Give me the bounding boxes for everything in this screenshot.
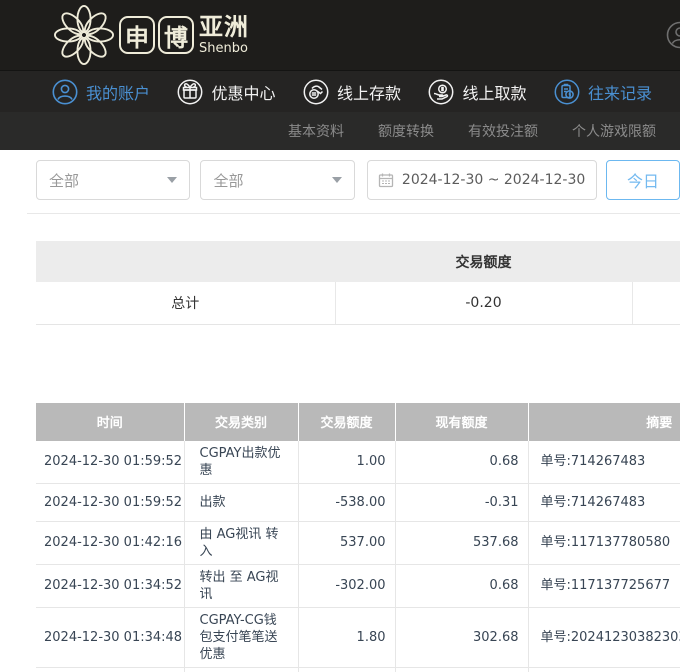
brand-logo[interactable]: 申 博 亚洲 Shenbo — [53, 3, 249, 67]
page: 申 博 亚洲 Shenbo — [0, 0, 680, 672]
subnav-item-personal-game-limit[interactable]: 个人游戏限额 — [572, 121, 656, 141]
app-header: 申 博 亚洲 Shenbo — [0, 0, 680, 70]
coin-hand-deposit-icon — [303, 79, 329, 105]
type-select[interactable]: 全部 — [36, 160, 190, 200]
nav-label: 往来记录 — [588, 80, 652, 104]
table-row: 2024-12-30 01:42:16 由 AG视讯 转入 537.00 537… — [36, 521, 680, 564]
cell-memo: 单号:117137725677 — [528, 564, 680, 607]
logo-characters: 申 博 — [119, 16, 194, 54]
summary-total-label: 总计 — [36, 282, 335, 324]
date-range-value: 2024-12-30 ~ 2024-12-30 — [402, 172, 585, 188]
logo-region-text: 亚洲 — [199, 15, 249, 39]
subnav-item-valid-bets[interactable]: 有效投注额 — [468, 121, 538, 141]
flower-logo-icon — [53, 5, 115, 65]
cell-balance: 537.68 — [395, 521, 528, 564]
cell-amount: -302.00 — [298, 564, 395, 607]
cell-type: 由 AG视讯 转入 — [184, 521, 298, 564]
cell-time: 2024-12-30 01:59:52 — [36, 483, 184, 521]
cell-amount: -538.00 — [298, 483, 395, 521]
table-row: 2024-12-30 01:34:52 转出 至 AG视讯 -302.00 0.… — [36, 564, 680, 607]
caret-down-icon — [332, 177, 342, 183]
summary-header-empty — [36, 241, 335, 282]
today-button[interactable]: 今日 — [606, 160, 680, 200]
nav-label: 线上取款 — [462, 80, 526, 104]
date-range-input[interactable]: 2024-12-30 ~ 2024-12-30 — [367, 160, 597, 200]
cell-type: 出款 — [184, 483, 298, 521]
gift-icon — [177, 79, 203, 105]
summary-table: 交易额度 总计 -0.20 — [36, 241, 680, 325]
logo-char-1: 申 — [119, 16, 155, 54]
cell-balance: -0.31 — [395, 483, 528, 521]
filter-row: 全部 全部 2024-12-30 ~ 2024-12-30 今日 — [36, 160, 680, 200]
summary-header-empty-2 — [632, 241, 680, 282]
transactions-table: 时间 交易类别 交易额度 现有额度 摘要 2024-12-30 01:59:52… — [36, 403, 680, 672]
table-row: 2024-12-30 01:34:48 CGPAY支付 300.00 300.8… — [36, 667, 680, 672]
cell-type: 转出 至 AG视讯 — [184, 564, 298, 607]
table-row: 2024-12-30 01:59:52 出款 -538.00 -0.31 单号:… — [36, 483, 680, 521]
category-select[interactable]: 全部 — [200, 160, 354, 200]
summary-header-amount: 交易额度 — [335, 241, 632, 282]
money-hand-withdraw-icon — [428, 79, 454, 105]
cell-balance: 0.68 — [395, 564, 528, 607]
content-area: 全部 全部 2024-12-30 ~ 2024-12-30 今日 — [0, 160, 680, 672]
summary-total-extra — [632, 282, 680, 324]
cell-time: 2024-12-30 01:59:52 — [36, 441, 184, 484]
cell-time: 2024-12-30 01:42:16 — [36, 521, 184, 564]
cell-memo: 单号:117137780580 — [528, 521, 680, 564]
col-header-memo: 摘要 — [528, 403, 680, 441]
transactions-header-row: 时间 交易类别 交易额度 现有额度 摘要 — [36, 403, 680, 441]
cell-amount: 1.80 — [298, 607, 395, 667]
col-header-amount: 交易额度 — [298, 403, 395, 441]
avatar-icon[interactable] — [666, 21, 680, 49]
cell-memo: 单号:202412303823034 — [528, 607, 680, 667]
cell-amount: 1.00 — [298, 441, 395, 484]
section-divider — [27, 213, 680, 214]
table-row: 2024-12-30 01:59:52 CGPAY出款优惠 1.00 0.68 … — [36, 441, 680, 484]
summary-total-value: -0.20 — [335, 282, 632, 324]
nav-item-promotions[interactable]: 优惠中心 — [177, 79, 275, 105]
calendar-icon — [378, 172, 394, 188]
table-row: 2024-12-30 01:34:48 CGPAY-CG钱包支付笔笔送优惠 1.… — [36, 607, 680, 667]
cell-balance: 0.68 — [395, 441, 528, 484]
subnav-item-quota-transfer[interactable]: 额度转换 — [378, 121, 434, 141]
nav-item-online-withdraw[interactable]: 线上取款 — [428, 79, 526, 105]
col-header-type: 交易类别 — [184, 403, 298, 441]
cell-memo: 单号:714267483 — [528, 483, 680, 521]
cell-amount: 537.00 — [298, 521, 395, 564]
nav-label: 我的账户 — [86, 80, 150, 104]
records-clock-icon — [554, 79, 580, 105]
col-header-balance: 现有额度 — [395, 403, 528, 441]
cell-time: 2024-12-30 01:34:48 — [36, 607, 184, 667]
summary-header-row: 交易额度 — [36, 241, 680, 282]
col-header-time: 时间 — [36, 403, 184, 441]
category-select-value: 全部 — [213, 170, 243, 191]
cell-amount: 300.00 — [298, 667, 395, 672]
nav-item-online-deposit[interactable]: 线上存款 — [303, 79, 401, 105]
main-nav: 我的账户 优惠中心 线上存款 — [0, 70, 680, 112]
nav-label: 线上存款 — [337, 80, 401, 104]
cell-balance: 302.68 — [395, 607, 528, 667]
nav-item-my-account[interactable]: 我的账户 — [52, 79, 150, 105]
cell-time: 2024-12-30 01:34:52 — [36, 564, 184, 607]
nav-item-records[interactable]: 往来记录 — [554, 79, 652, 105]
cell-type: CGPAY出款优惠 — [184, 441, 298, 484]
type-select-value: 全部 — [49, 170, 79, 191]
logo-wordmark: 亚洲 Shenbo — [199, 15, 249, 55]
subnav-item-basic-info[interactable]: 基本资料 — [288, 121, 344, 141]
caret-down-icon — [167, 177, 177, 183]
cell-type: CGPAY支付 — [184, 667, 298, 672]
cell-memo: 单号:202412303823034 — [528, 667, 680, 672]
nav-label: 优惠中心 — [211, 80, 275, 104]
cell-time: 2024-12-30 01:34:48 — [36, 667, 184, 672]
cell-memo: 单号:714267483 — [528, 441, 680, 484]
cell-type: CGPAY-CG钱包支付笔笔送优惠 — [184, 607, 298, 667]
sub-nav: 基本资料 额度转换 有效投注额 个人游戏限额 — [0, 112, 680, 150]
user-icon — [52, 79, 78, 105]
logo-subtitle: Shenbo — [199, 42, 249, 55]
cell-balance: 300.88 — [395, 667, 528, 672]
summary-total-row: 总计 -0.20 — [36, 282, 680, 324]
logo-char-2: 博 — [158, 16, 194, 54]
